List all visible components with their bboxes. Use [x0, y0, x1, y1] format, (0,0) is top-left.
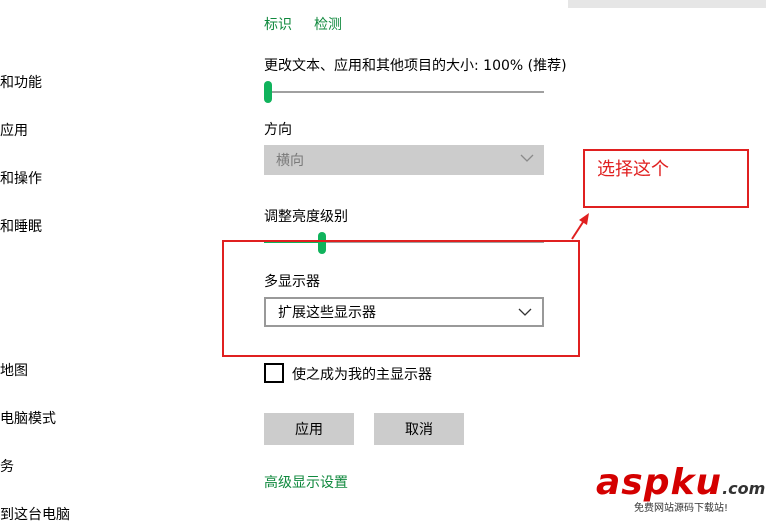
annotation-box: 选择这个	[583, 149, 749, 208]
orientation-dropdown: 横向	[264, 145, 544, 175]
orientation-value: 横向	[276, 153, 304, 169]
identify-link[interactable]: 标识	[264, 14, 292, 34]
scale-label: 更改文本、应用和其他项目的大小: 100% (推荐)	[264, 58, 567, 74]
sidebar-item-notifications-actions[interactable]: 和操作	[0, 168, 42, 188]
sidebar-item-offline-maps[interactable]: 地图	[0, 360, 28, 380]
apply-button[interactable]: 应用	[264, 413, 354, 445]
watermark-main: aspku	[596, 462, 723, 503]
sidebar-item-tablet-mode[interactable]: 电脑模式	[0, 408, 56, 428]
brightness-label: 调整亮度级别	[264, 209, 348, 225]
orientation-label: 方向	[264, 122, 292, 138]
sidebar-item-multitasking[interactable]: 务	[0, 456, 14, 476]
chevron-down-icon	[520, 154, 534, 162]
arrow-icon	[571, 213, 589, 240]
sidebar-item-apps-features[interactable]: 和功能	[0, 72, 42, 92]
annotation-text: 选择这个	[597, 159, 669, 180]
sidebar-item-default-apps[interactable]: 应用	[0, 120, 28, 140]
watermark-sub: 免费网站源码下载站!	[634, 503, 729, 514]
watermark-suffix: .com	[722, 479, 766, 498]
main-display-checkbox-label: 使之成为我的主显示器	[292, 367, 432, 383]
highlight-box	[222, 240, 580, 357]
cancel-button[interactable]: 取消	[374, 413, 464, 445]
sidebar-item-project-to-pc[interactable]: 到这台电脑	[0, 504, 70, 524]
detect-link[interactable]: 检测	[314, 14, 342, 34]
top-strip	[568, 0, 766, 8]
scale-slider-track[interactable]	[264, 91, 544, 93]
advanced-display-settings-link[interactable]: 高级显示设置	[264, 472, 348, 492]
watermark: aspku.com 免费网站源码下载站!	[596, 462, 765, 514]
scale-slider-thumb[interactable]	[264, 81, 272, 103]
sidebar-item-power-sleep[interactable]: 和睡眠	[0, 216, 42, 236]
main-display-checkbox[interactable]	[264, 363, 284, 383]
